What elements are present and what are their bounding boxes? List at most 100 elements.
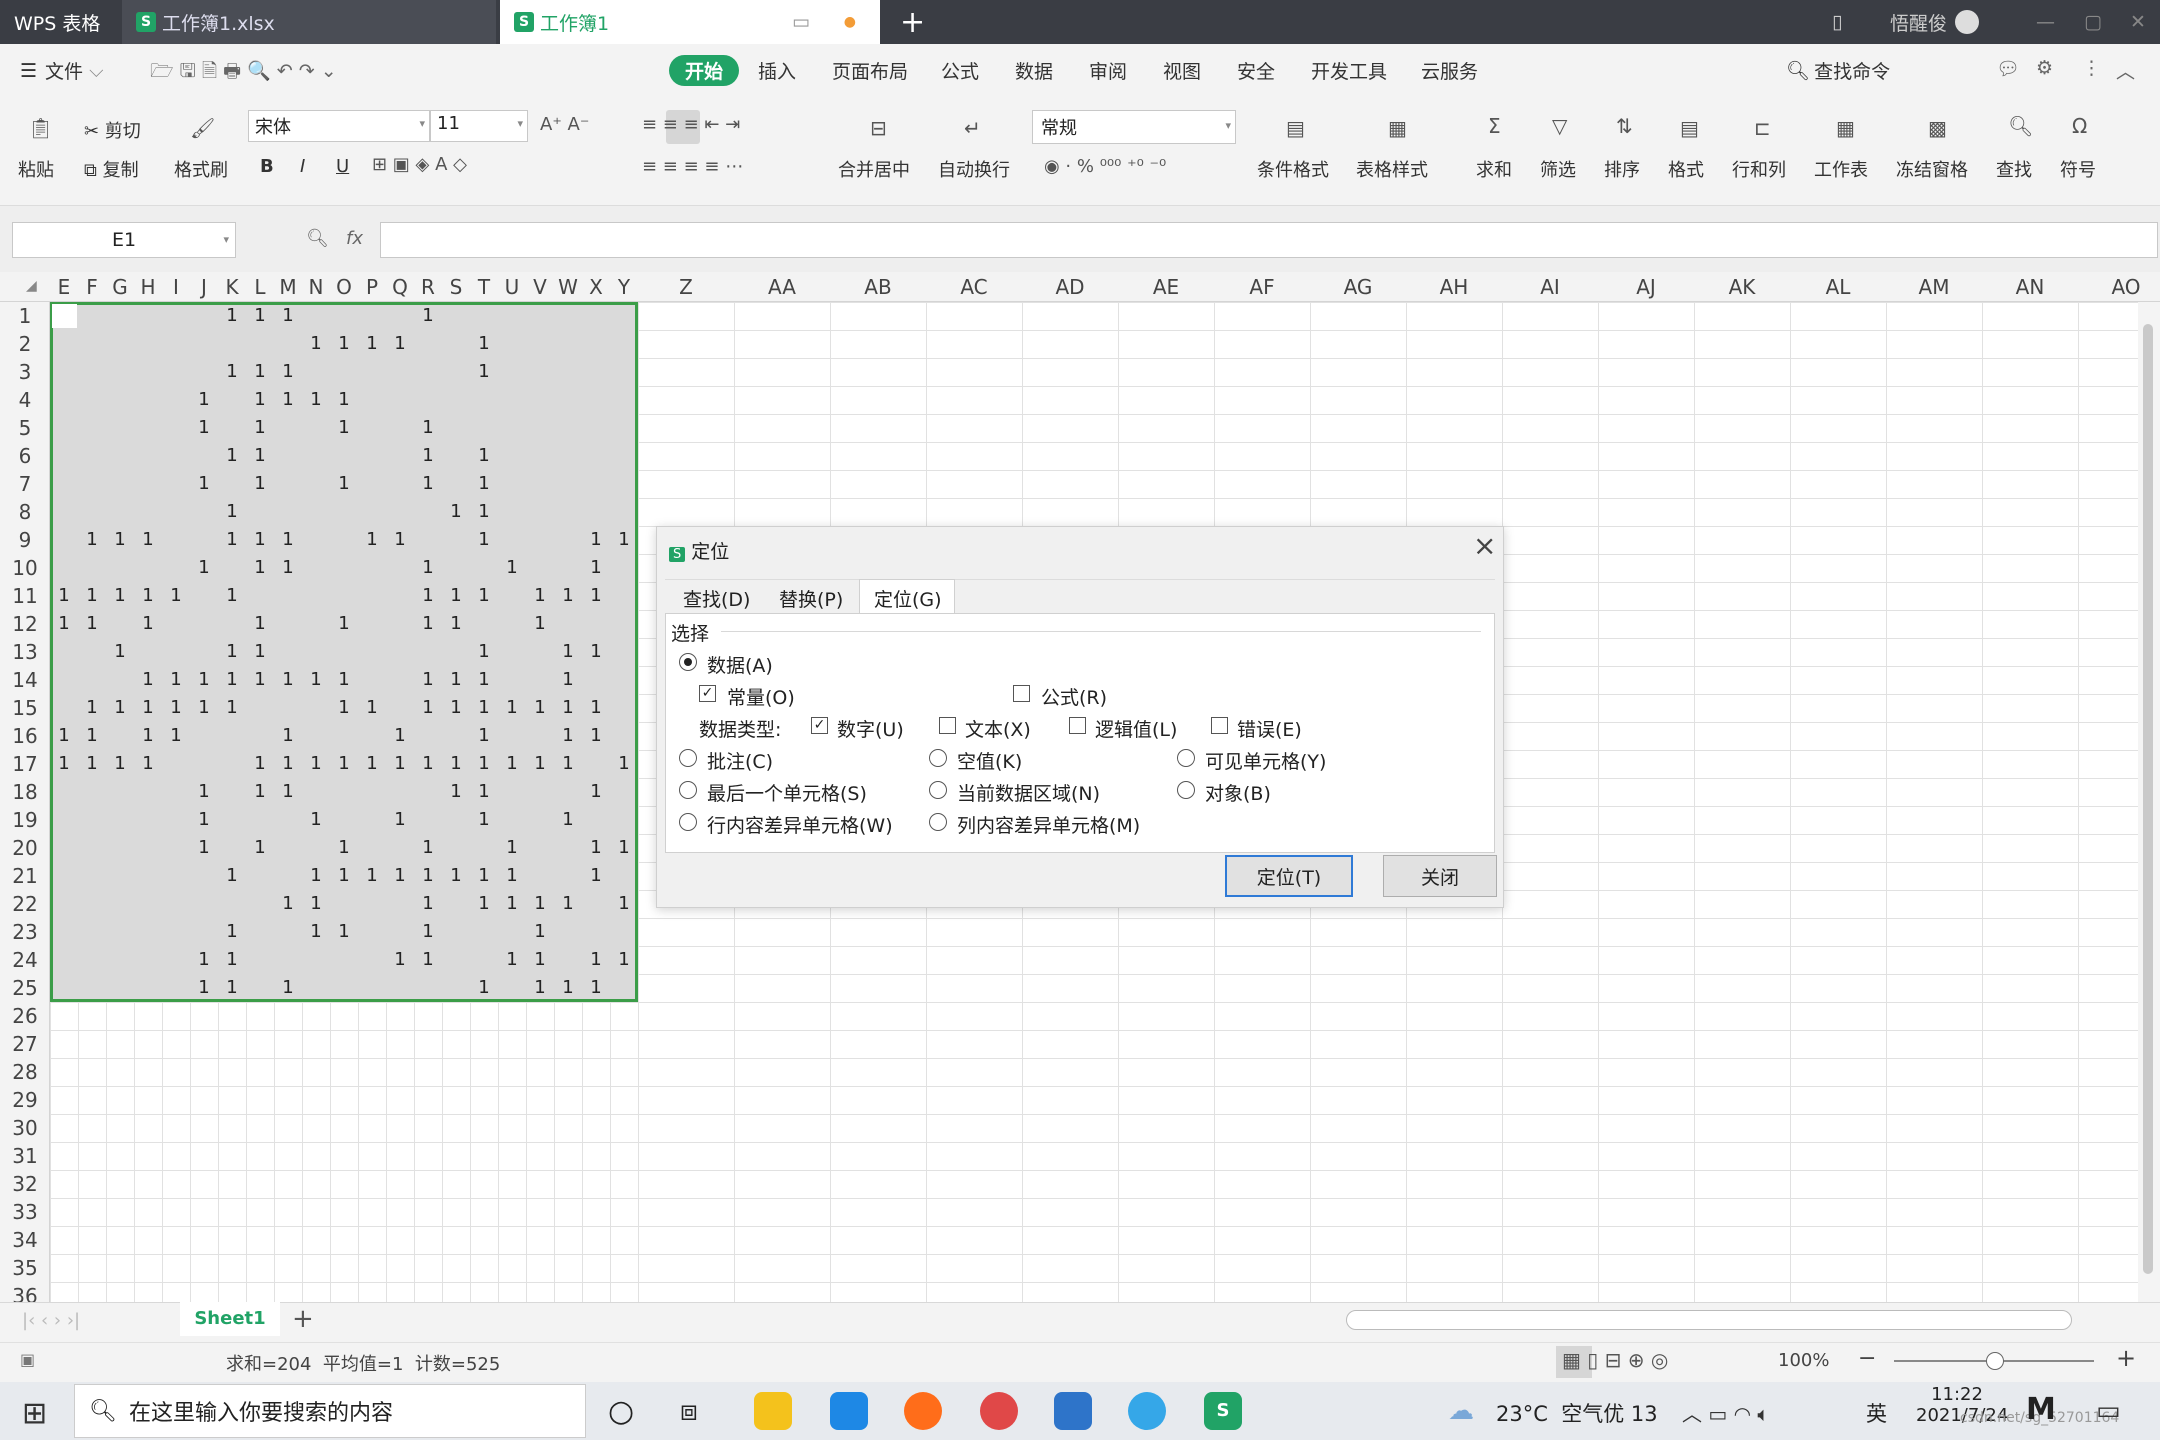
cell-value[interactable]: 1 xyxy=(218,526,246,554)
row-header[interactable]: 28 xyxy=(0,1058,50,1086)
align-icons-2[interactable]: ≡ ≡ ≡ ≡ ⋯ xyxy=(642,156,743,177)
name-box[interactable]: E1 ▾ xyxy=(12,222,236,258)
cell-value[interactable]: 1 xyxy=(134,722,162,750)
zoom-level[interactable]: 100% xyxy=(1778,1350,1829,1371)
cell-value[interactable]: 1 xyxy=(218,638,246,666)
cell-value[interactable]: 1 xyxy=(442,498,470,526)
cell-value[interactable]: 1 xyxy=(414,890,442,918)
column-header[interactable]: AI xyxy=(1502,272,1598,302)
cell-value[interactable]: 1 xyxy=(442,610,470,638)
column-header[interactable]: V xyxy=(526,272,554,302)
monitor-icon[interactable]: ▭ xyxy=(792,11,810,33)
cell-value[interactable]: 1 xyxy=(470,890,498,918)
row-header[interactable]: 15 xyxy=(0,694,50,722)
column-header[interactable]: AO xyxy=(2078,272,2160,302)
taskbar-search[interactable]: 🔍︎ 在这里输入你要搜索的内容 xyxy=(74,1384,586,1438)
visible-cells-radio[interactable] xyxy=(1177,749,1195,767)
row-header[interactable]: 14 xyxy=(0,666,50,694)
cell-value[interactable]: 1 xyxy=(442,582,470,610)
column-header[interactable]: AC xyxy=(926,272,1022,302)
cell-value[interactable]: 1 xyxy=(582,834,610,862)
cell-value[interactable]: 1 xyxy=(414,302,442,330)
cell-value[interactable]: 1 xyxy=(274,974,302,1002)
column-header[interactable]: Q xyxy=(386,272,414,302)
firefox-icon[interactable] xyxy=(904,1392,942,1430)
cell-value[interactable]: 1 xyxy=(134,666,162,694)
column-header[interactable]: AB xyxy=(830,272,926,302)
photos-icon[interactable] xyxy=(1054,1392,1092,1430)
cell-value[interactable]: 1 xyxy=(582,694,610,722)
cell-value[interactable]: 1 xyxy=(190,694,218,722)
cell-value[interactable]: 1 xyxy=(246,358,274,386)
cell-value[interactable]: 1 xyxy=(134,694,162,722)
cell-value[interactable]: 1 xyxy=(302,750,330,778)
app-icon-2[interactable] xyxy=(830,1392,868,1430)
table-style-icon[interactable]: ▦ xyxy=(1388,116,1407,140)
tab-goto[interactable]: 定位(G) xyxy=(859,579,955,613)
column-header[interactable]: AG xyxy=(1310,272,1406,302)
col-diff-radio[interactable] xyxy=(929,813,947,831)
cell-value[interactable]: 1 xyxy=(442,666,470,694)
row-header[interactable]: 23 xyxy=(0,918,50,946)
cell-value[interactable]: 1 xyxy=(470,358,498,386)
number-format-select[interactable]: 常规 ▾ xyxy=(1032,110,1236,144)
cell-value[interactable]: 1 xyxy=(442,694,470,722)
cell-value[interactable]: 1 xyxy=(526,610,554,638)
cell-value[interactable]: 1 xyxy=(246,834,274,862)
cell-value[interactable]: 1 xyxy=(554,890,582,918)
more-icon[interactable]: ⋮ xyxy=(2082,57,2101,79)
cell-value[interactable]: 1 xyxy=(582,862,610,890)
app-tab[interactable]: WPS 表格 xyxy=(0,0,118,44)
cell-value[interactable]: 1 xyxy=(302,806,330,834)
cell-value[interactable]: 1 xyxy=(442,750,470,778)
row-header[interactable]: 12 xyxy=(0,610,50,638)
cell-value[interactable]: 1 xyxy=(274,750,302,778)
cell-value[interactable]: 1 xyxy=(470,498,498,526)
cell-value[interactable]: 1 xyxy=(414,442,442,470)
cell-value[interactable]: 1 xyxy=(414,750,442,778)
tab-developer[interactable]: 开发工具 xyxy=(1311,57,1387,84)
currency-icon[interactable]: ◉ · % ⁰⁰⁰ ⁺⁰ ⁻⁰ xyxy=(1044,156,1166,177)
app-icon-1[interactable] xyxy=(754,1392,792,1430)
constants-checkbox[interactable]: ✓ xyxy=(699,685,716,702)
cell-value[interactable]: 1 xyxy=(414,694,442,722)
cell-value[interactable]: 1 xyxy=(470,806,498,834)
cell-value[interactable]: 1 xyxy=(274,386,302,414)
cell-value[interactable]: 1 xyxy=(134,750,162,778)
cell-value[interactable]: 1 xyxy=(274,890,302,918)
row-header[interactable]: 33 xyxy=(0,1198,50,1226)
cell-value[interactable]: 1 xyxy=(414,582,442,610)
row-header[interactable]: 1 xyxy=(0,302,50,330)
current-region-radio[interactable] xyxy=(929,781,947,799)
sum-button[interactable]: 求和 xyxy=(1476,156,1512,182)
cell-value[interactable]: 1 xyxy=(134,582,162,610)
cell-value[interactable]: 1 xyxy=(386,806,414,834)
cell-value[interactable]: 1 xyxy=(470,778,498,806)
row-header[interactable]: 35 xyxy=(0,1254,50,1282)
copy-button[interactable]: ⧉ 复制 xyxy=(84,156,139,182)
close-window-icon[interactable]: ✕ xyxy=(2116,0,2160,44)
row-header[interactable]: 11 xyxy=(0,582,50,610)
cell-value[interactable]: 1 xyxy=(190,666,218,694)
data-radio[interactable] xyxy=(679,653,697,671)
cell-value[interactable]: 1 xyxy=(330,750,358,778)
macro-icon[interactable]: ▣ xyxy=(20,1350,35,1369)
comments-radio[interactable] xyxy=(679,749,697,767)
cell-value[interactable]: 1 xyxy=(470,330,498,358)
column-header[interactable]: O xyxy=(330,272,358,302)
freeze-button[interactable]: 冻结窗格 xyxy=(1896,156,1968,182)
paste-icon[interactable]: 📋︎ xyxy=(28,116,53,140)
column-header[interactable]: AM xyxy=(1886,272,1982,302)
formulas-checkbox[interactable] xyxy=(1013,685,1030,702)
cell-value[interactable]: 1 xyxy=(526,974,554,1002)
cell-value[interactable]: 1 xyxy=(554,638,582,666)
cell-value[interactable]: 1 xyxy=(582,582,610,610)
column-header[interactable]: N xyxy=(302,272,330,302)
windows-start-icon[interactable]: ⊞ xyxy=(22,1396,47,1431)
close-icon[interactable]: × xyxy=(1473,529,1496,562)
row-header[interactable]: 22 xyxy=(0,890,50,918)
underline-button[interactable]: U xyxy=(336,156,349,177)
row-col-icon[interactable]: ⊏ xyxy=(1754,116,1771,140)
cell-value[interactable]: 1 xyxy=(78,722,106,750)
find-button[interactable]: 查找 xyxy=(1996,156,2032,182)
